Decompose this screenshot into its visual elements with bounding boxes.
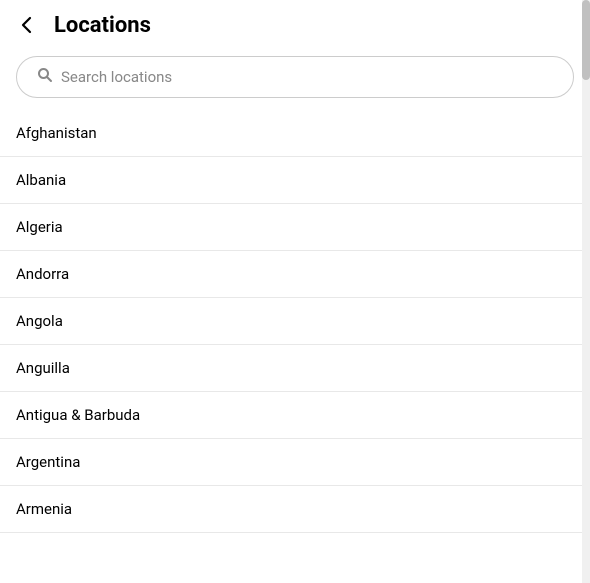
list-item[interactable]: Antigua & Barbuda [0, 392, 590, 439]
search-icon [37, 67, 53, 87]
list-item[interactable]: Andorra [0, 251, 590, 298]
scrollbar-thumb[interactable] [582, 0, 590, 80]
list-item[interactable]: Albania [0, 157, 590, 204]
list-item[interactable]: Algeria [0, 204, 590, 251]
list-item[interactable]: Armenia [0, 486, 590, 533]
search-container: Search locations [0, 50, 590, 110]
list-item[interactable]: Afghanistan [0, 110, 590, 157]
page-title: Locations [54, 13, 151, 38]
list-item[interactable]: Angola [0, 298, 590, 345]
back-button[interactable] [12, 10, 42, 40]
scrollbar[interactable] [582, 0, 590, 583]
search-bar[interactable]: Search locations [16, 56, 574, 98]
header: Locations [0, 0, 590, 50]
list-item[interactable]: Argentina [0, 439, 590, 486]
search-placeholder-text: Search locations [61, 68, 172, 86]
locations-list: AfghanistanAlbaniaAlgeriaAndorraAngolaAn… [0, 110, 590, 583]
list-item[interactable]: Anguilla [0, 345, 590, 392]
